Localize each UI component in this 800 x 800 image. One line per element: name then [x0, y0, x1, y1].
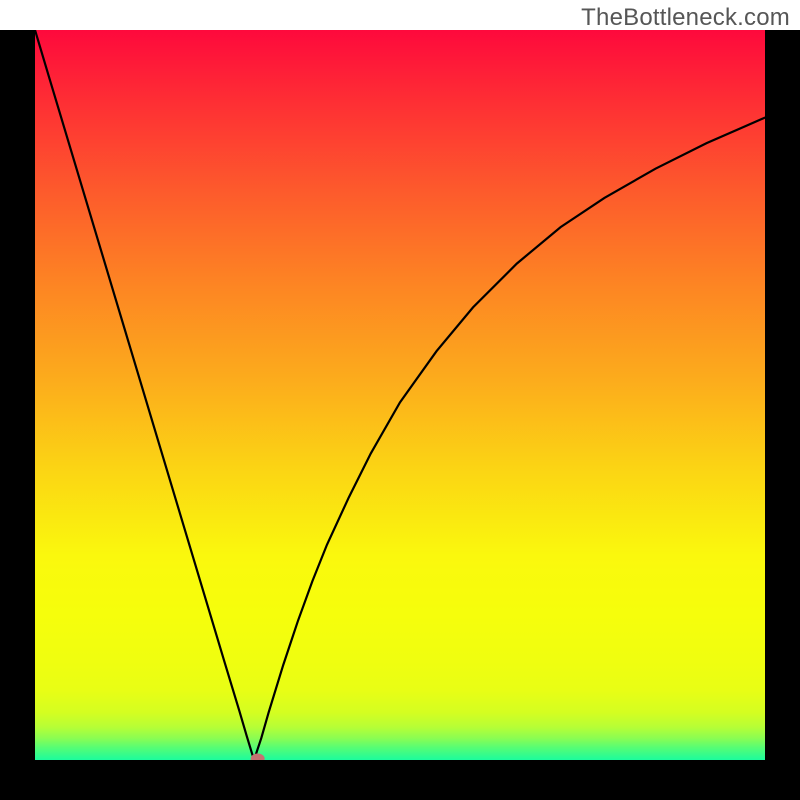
chart-svg: [35, 30, 765, 760]
chart-container: TheBottleneck.com: [0, 0, 800, 800]
watermark-text: TheBottleneck.com: [581, 4, 790, 32]
plot-area: [35, 30, 765, 760]
